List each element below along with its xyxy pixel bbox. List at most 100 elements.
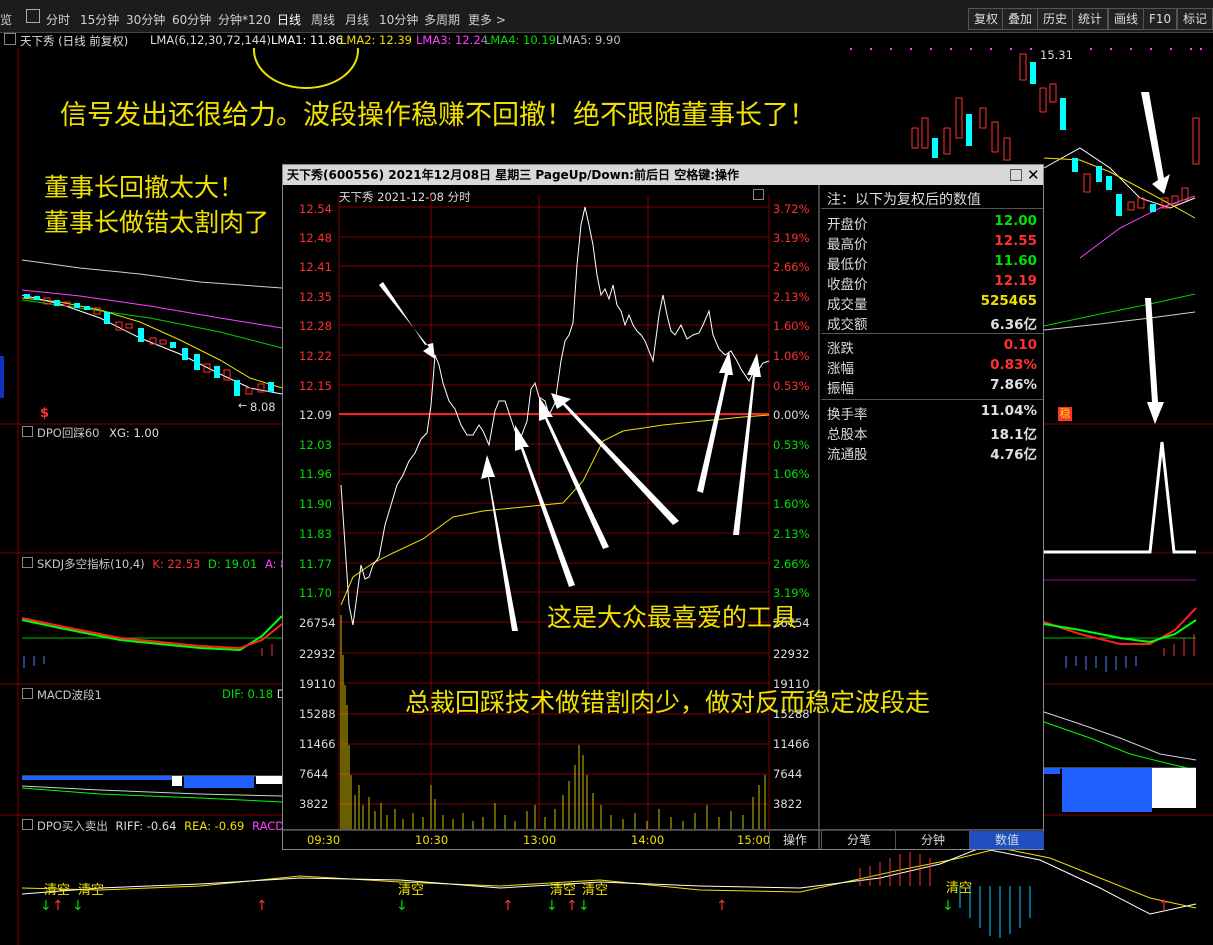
tab-operate[interactable]: 操作 [769,831,820,849]
stat-row: 流通股 4.76亿 [827,443,1037,463]
macd-dif-value: DIF: 0.18 D [222,687,286,701]
panel-toggle-icon[interactable] [22,426,33,437]
dpo-red-bars [859,852,931,886]
pct-tick: 2.66% [773,260,810,274]
vol-tick: 7644 [773,767,803,781]
stat-value: 0.10 [1003,337,1037,353]
top-right-candles [911,97,1011,161]
quote-panel: 注：以下为复权后的数值 开盘价 12.00 最高价 12.55 最低价 11.60 收盘价 1… [821,185,1043,829]
stat-row: 总股本 18.1亿 [827,423,1037,443]
vol-tick: 19110 [299,677,336,691]
dollar-marker: $ [40,406,50,421]
collapse-icon[interactable] [4,33,16,45]
close-icon[interactable]: ✕ [1027,165,1040,185]
dpo-xg-value: XG: 1.00 [109,426,160,440]
f10-button[interactable]: F10 [1143,8,1178,30]
stats-button[interactable]: 统计 [1072,8,1109,30]
clear-signal-1: 清空 [44,883,71,898]
panel-toggle-icon[interactable] [22,819,33,830]
stat-label: 总股本 [827,427,868,443]
stat-row: 开盘价 12.00 [827,213,1037,233]
svg-text:↓: ↓ [546,898,558,914]
price-tick: 12.03 [299,438,332,452]
tab-values[interactable]: 数值 [969,831,1044,849]
period-tab-multi[interactable]: 多周期 [424,11,460,28]
period-tab-60m[interactable]: 60分钟 [172,11,211,28]
stat-label: 最低价 [827,257,868,273]
period-tab-monthly[interactable]: 月线 [345,11,369,28]
stat-value: 12.19 [994,273,1037,289]
price-tick: 12.09 [299,408,332,422]
stat-row: 涨跌 0.10 [827,337,1037,357]
vol-tick: 15288 [299,707,336,721]
restore-icon[interactable] [1010,169,1022,181]
pct-tick: 2.13% [773,290,810,304]
overlay-button[interactable]: 叠加 [1002,8,1039,30]
stat-label: 换手率 [827,407,868,423]
svg-text:↓: ↓ [72,898,84,914]
annotation-bottom: 总裁回踩技术做错割肉少，做对反而稳定波段走 [405,688,931,717]
period-tab-15m[interactable]: 15分钟 [80,11,119,28]
stat-row: 振幅 7.86% [827,377,1037,397]
period-tab-daily[interactable]: 日线 [277,11,301,28]
lma4-value: LMA4: 10.19 [484,33,556,47]
panel-toggle-icon[interactable] [22,688,33,699]
stat-value: 525465 [980,293,1037,309]
tab-minutes[interactable]: 分钟 [895,831,970,849]
stat-row: 成交额 6.36亿 [827,313,1037,333]
vol-tick: 22932 [299,647,336,661]
window-icon[interactable] [26,9,40,23]
stat-value: 6.36亿 [990,317,1037,333]
stat-value: 4.76亿 [990,447,1037,463]
period-tab-30m[interactable]: 30分钟 [126,11,165,28]
price-tick: 12.54 [299,202,332,216]
stock-period-label: 天下秀 (日线 前复权) [20,34,129,48]
skdj-k-value: K: 22.53 [152,557,201,571]
stat-value: 7.86% [990,377,1037,393]
svg-text:↑: ↑ [256,898,268,914]
price-tick: 12.15 [299,379,332,393]
draw-button[interactable]: 画线 [1108,8,1145,30]
mark-button[interactable]: 标记 [1177,8,1213,30]
right-candles [1019,53,1200,331]
skdj-d-value: D: 19.01 [207,557,258,571]
pct-tick: 3.19% [773,231,810,245]
pct-tick: 3.72% [773,202,810,216]
stat-value: 11.04% [980,403,1037,419]
history-button[interactable]: 历史 [1037,8,1074,30]
svg-text:↑: ↑ [716,898,728,914]
pct-tick: 1.60% [773,497,810,511]
pct-tick: 2.13% [773,527,810,541]
price-tick: 12.28 [299,319,332,333]
period-tab-1m[interactable]: 分时 [46,11,70,28]
pct-tick: 0.00% [773,408,810,422]
stat-value: 12.55 [994,233,1037,249]
vol-tick: 26754 [299,616,336,630]
pct-tick: 1.06% [773,349,810,363]
stable-marker: 稳 [1058,407,1072,421]
lma-params: LMA(6,12,30,72,144) [150,33,271,47]
fuquan-button[interactable]: 复权 [968,8,1005,30]
low-price-value: 8.08 [250,400,276,414]
intraday-popup: 天下秀(600556) 2021年12月08日 星期三 PageUp/Down:… [282,164,1044,850]
stat-row: 最高价 12.55 [827,233,1037,253]
panel-toggle-icon[interactable] [22,557,33,568]
clear-signal-3: 清空 [398,883,425,898]
period-tab-120m[interactable]: 分钟*120 [218,11,271,28]
dpo-panel-title: DPO回踩60 XG: 1.00 [22,425,159,441]
svg-text:↑: ↑ [52,898,64,914]
stat-label: 流通股 [827,447,868,463]
stat-value: 11.60 [994,253,1037,269]
dpo2-rea-value: REA: -0.69 [184,819,245,833]
clear-signal-4: 清空 [550,883,577,898]
annotation-left-1: 董事长回撤太大！ [44,173,245,202]
annotation-arrows [379,282,761,631]
period-tab-10m[interactable]: 10分钟 [379,11,418,28]
annotation-mid: 这是大众最喜爱的工具 [547,603,798,632]
period-tab-weekly[interactable]: 周线 [311,11,335,28]
volume-bars [340,615,766,830]
popup-titlebar[interactable]: 天下秀(600556) 2021年12月08日 星期三 PageUp/Down:… [283,165,1043,185]
stat-label: 成交量 [827,297,868,313]
tab-ticks[interactable]: 分笔 [821,831,896,849]
more-menu[interactable]: 更多 > [468,11,506,28]
